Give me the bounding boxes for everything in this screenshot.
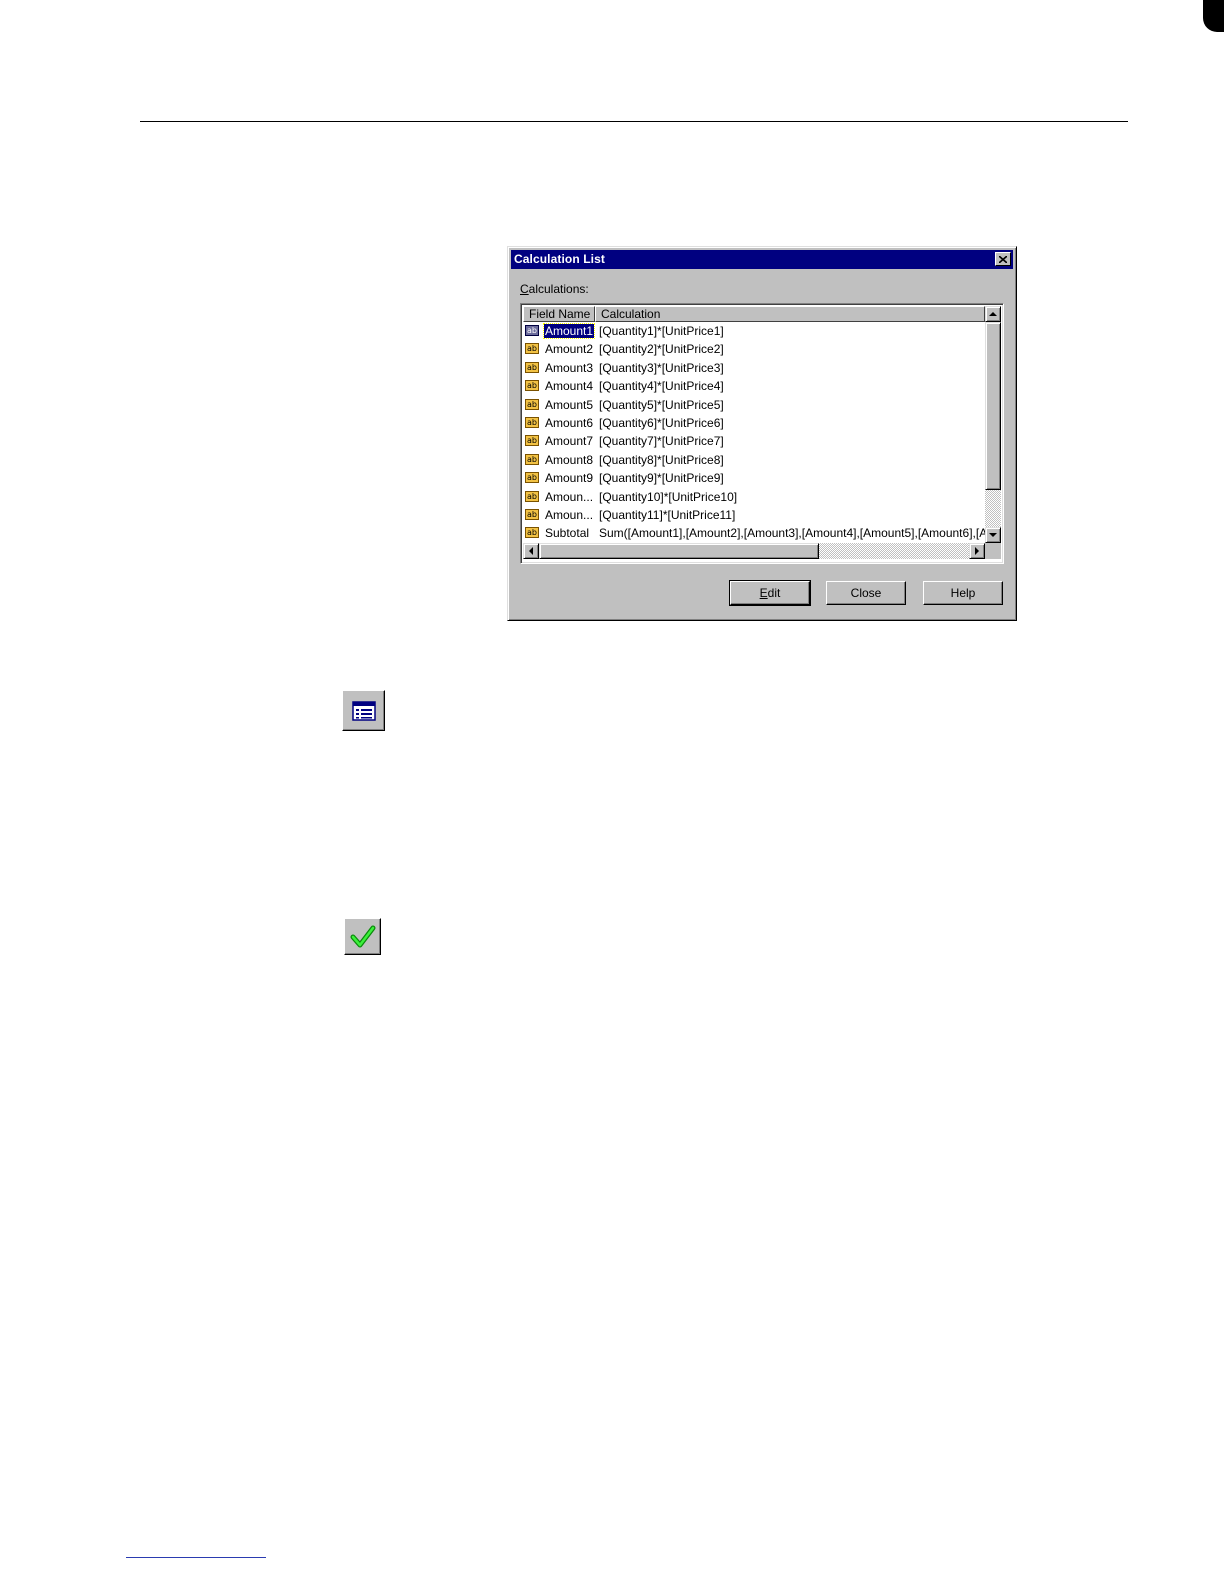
calculation-cell: Sum([Amount1],[Amount2],[Amount3],[Amoun… [599, 526, 985, 541]
arrow-down-icon [989, 533, 997, 537]
scroll-right-button[interactable] [969, 543, 985, 559]
field-name-cell: Subtotal [545, 526, 590, 541]
field-name-cell: Amoun... [545, 508, 594, 522]
edit-button[interactable]: Edit [729, 580, 811, 606]
checkmark-toolbar-button[interactable] [344, 918, 381, 955]
calculation-cell: [Quantity4]*[UnitPrice4] [599, 379, 724, 394]
dialog-title: Calculation List [514, 252, 605, 266]
table-row[interactable]: ab Amount9 [Quantity9]*[UnitPrice9] [523, 469, 985, 487]
calculations-label-text: alculations: [528, 282, 589, 296]
horizontal-scroll-thumb[interactable] [539, 543, 819, 559]
text-field-icon: ab [525, 380, 539, 392]
calculation-list-toolbar-button[interactable] [342, 690, 385, 731]
table-row[interactable]: ab Amount4 [Quantity4]*[UnitPrice4] [523, 377, 985, 395]
help-button[interactable]: Help [923, 581, 1003, 605]
title-bar[interactable]: Calculation List [511, 250, 1013, 269]
calculation-cell: [Quantity11]*[UnitPrice11] [599, 508, 736, 522]
text-field-icon: ab [525, 490, 539, 502]
edit-button-label: Edit [759, 586, 781, 600]
field-name-cell: Amount2 [545, 342, 594, 357]
calculation-list-dialog: Calculation List Calculations: Field Nam… [507, 246, 1017, 621]
table-row[interactable]: ab Amount8 [Quantity8]*[UnitPrice8] [523, 451, 985, 469]
vertical-scrollbar[interactable] [985, 306, 1001, 543]
calculation-cell: [Quantity6]*[UnitPrice6] [599, 416, 724, 430]
scroll-left-button[interactable] [523, 543, 539, 559]
field-name-cell: Amoun... [545, 489, 594, 504]
text-field-icon: ab [525, 509, 539, 520]
header-rule [140, 121, 1128, 122]
calculation-list-icon [351, 700, 376, 721]
page-edge-tab [1203, 0, 1224, 32]
calculation-cell: [Quantity5]*[UnitPrice5] [599, 397, 724, 412]
calculations-list[interactable]: Field Name Calculation ab Amount1 [Quantit… [520, 303, 1004, 564]
field-name-cell: Amount6 [545, 416, 594, 430]
arrow-right-icon [975, 547, 979, 555]
text-field-icon: ab [525, 361, 539, 373]
field-name-cell: Amount5 [545, 397, 594, 412]
column-header-field-name[interactable]: Field Name [523, 306, 595, 322]
text-field-icon: ab [525, 472, 539, 484]
calculation-cell: [Quantity3]*[UnitPrice3] [599, 360, 724, 375]
text-field-icon: ab [525, 435, 539, 447]
table-row[interactable]: ab Amount1 [Quantity1]*[UnitPrice1] [523, 322, 985, 340]
text-field-icon: ab [525, 527, 539, 539]
table-row[interactable]: ab Amount2 [Quantity2]*[UnitPrice2] [523, 340, 985, 358]
field-name-cell: Amount7 [545, 434, 594, 449]
list-rows: ab Amount1 [Quantity1]*[UnitPrice1] ab Amoun… [523, 322, 985, 543]
calculation-cell: [Quantity2]*[UnitPrice2] [599, 342, 724, 357]
calculation-cell: [Quantity7]*[UnitPrice7] [599, 434, 724, 449]
table-row[interactable]: ab Amount5 [Quantity5]*[UnitPrice5] [523, 396, 985, 414]
calculation-cell: [Quantity1]*[UnitPrice1] [599, 324, 724, 338]
column-header-calculation[interactable]: Calculation [595, 306, 985, 322]
scroll-up-button[interactable] [985, 306, 1001, 322]
field-name-cell: Amount9 [545, 471, 594, 486]
calculations-label: Calculations: [520, 282, 589, 296]
horizontal-scrollbar[interactable] [523, 543, 985, 559]
calculation-cell: [Quantity10]*[UnitPrice10] [599, 489, 738, 504]
calculations-label-accelerator: C [520, 282, 529, 296]
text-field-icon: ab [525, 417, 539, 428]
scroll-down-button[interactable] [985, 527, 1001, 543]
arrow-up-icon [989, 312, 997, 316]
close-button[interactable]: Close [826, 581, 906, 605]
scrollbar-corner [985, 543, 1001, 559]
calculation-cell: [Quantity9]*[UnitPrice9] [599, 471, 724, 486]
field-name-cell: Amount3 [545, 360, 594, 375]
close-window-button[interactable] [995, 252, 1011, 266]
text-field-icon: ab [525, 343, 539, 355]
table-row[interactable]: ab Amount7 [Quantity7]*[UnitPrice7] [523, 432, 985, 450]
field-name-cell: Amount8 [545, 452, 594, 467]
table-row[interactable]: ab Subtotal Sum([Amount1],[Amount2],[Amoun… [523, 524, 985, 542]
arrow-left-icon [529, 547, 533, 555]
field-name-cell: Amount1 [542, 323, 596, 339]
text-field-icon: ab [525, 325, 539, 336]
table-row[interactable]: ab Amoun... [Quantity11]*[UnitPrice11] [523, 506, 985, 524]
table-row[interactable]: ab Amount6 [Quantity6]*[UnitPrice6] [523, 414, 985, 432]
close-icon [999, 255, 1007, 263]
field-name-cell: Amount4 [545, 379, 594, 394]
footer-rule [126, 1557, 266, 1558]
table-row[interactable]: ab Amount3 [Quantity3]*[UnitPrice3] [523, 359, 985, 377]
text-field-icon: ab [525, 453, 539, 465]
checkmark-icon [350, 925, 375, 947]
text-field-icon: ab [525, 398, 539, 410]
vertical-scroll-thumb[interactable] [985, 322, 1001, 490]
calculation-cell: [Quantity8]*[UnitPrice8] [599, 452, 724, 467]
table-row[interactable]: ab Amoun... [Quantity10]*[UnitPrice10] [523, 488, 985, 506]
